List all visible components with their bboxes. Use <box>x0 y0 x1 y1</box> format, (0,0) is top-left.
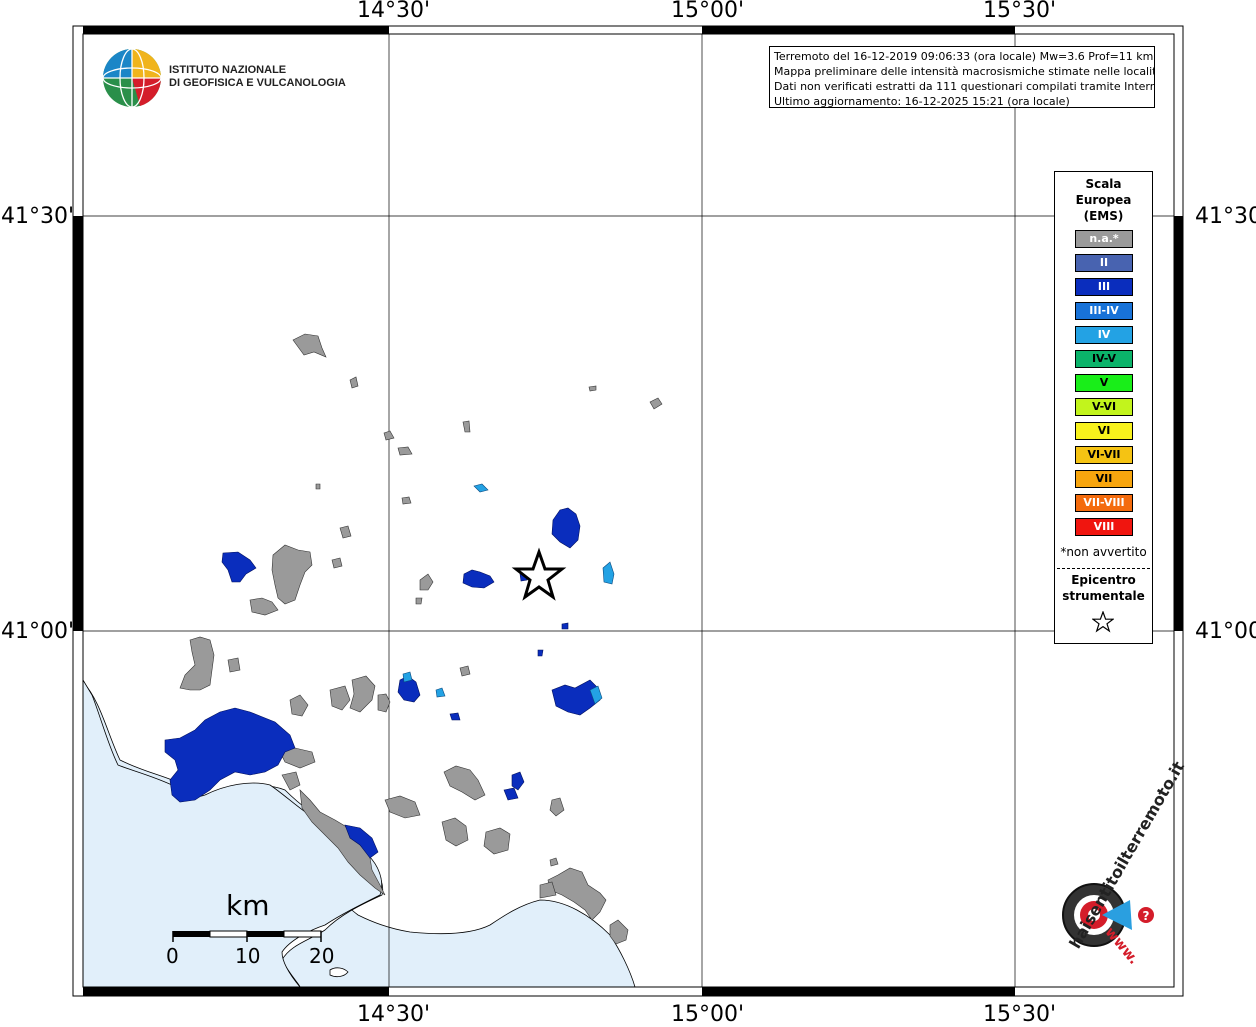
legend-swatch-item: IV <box>1075 326 1133 344</box>
earthquake-info-box: Terremoto del 16-12-2019 09:06:33 (ora l… <box>769 46 1155 108</box>
legend-title-3: (EMS) <box>1083 209 1124 223</box>
legend-title: Scala Europea (EMS) <box>1055 176 1152 224</box>
ingv-globe-icon <box>102 48 162 108</box>
right-lat-label-1: 41°30' <box>1195 204 1256 229</box>
legend-title-2: Europea <box>1075 193 1132 207</box>
legend-swatch-item: n.a.* <box>1075 230 1133 248</box>
legend-swatch-item: II <box>1075 254 1133 272</box>
right-lat-label-2: 41°00' <box>1195 619 1256 644</box>
legend-swatch-item: VI <box>1075 422 1133 440</box>
scale-label-20: 20 <box>309 944 335 968</box>
legend-swatch-item: III-IV <box>1075 302 1133 320</box>
legend-note: *non avvertito <box>1060 545 1147 559</box>
legend-swatch-item: VII-VIII <box>1075 494 1133 512</box>
legend-swatch-item: III <box>1075 278 1133 296</box>
svg-text:?: ? <box>1143 909 1150 923</box>
scale-label-0: 0 <box>166 944 179 968</box>
bottom-lon-label-1: 14°30' <box>357 1002 431 1027</box>
bottom-lon-label-2: 15°00' <box>671 1002 745 1027</box>
scale-label-10: 10 <box>235 944 261 968</box>
ems-legend: Scala Europea (EMS) n.a.* II III III-IV IV IV… <box>1054 171 1153 644</box>
legend-swatch-item: IV-V <box>1075 350 1133 368</box>
institute-name-line2: DI GEOFISICA E VULCANOLOGIA <box>169 77 346 89</box>
legend-swatch-item: VII <box>1075 470 1133 488</box>
left-lat-label-1: 41°30' <box>1 204 75 229</box>
legend-swatch-item: VI-VII <box>1075 446 1133 464</box>
info-line-1: Terremoto del 16-12-2019 09:06:33 (ora l… <box>774 50 1154 63</box>
top-lon-label-2: 15°00' <box>671 0 745 23</box>
legend-separator <box>1057 568 1150 569</box>
scale-unit-label: km <box>226 889 270 922</box>
legend-epicenter-line2: strumentale <box>1062 589 1145 603</box>
legend-swatch-item: VIII <box>1075 518 1133 536</box>
info-line-2: Mappa preliminare delle intensità macros… <box>774 65 1155 78</box>
star-icon <box>1092 611 1114 633</box>
legend-swatch-item: V <box>1075 374 1133 392</box>
top-lon-label-3: 15°30' <box>983 0 1057 23</box>
legend-swatch-item: V-VI <box>1075 398 1133 416</box>
bottom-lon-label-3: 15°30' <box>983 1002 1057 1027</box>
legend-epicenter: Epicentro strumentale <box>1055 572 1152 604</box>
info-line-4: Ultimo aggiornamento: 16-12-2025 15:21 (… <box>774 95 1070 108</box>
top-lon-label-1: 14°30' <box>357 0 431 23</box>
legend-epicenter-line1: Epicentro <box>1071 573 1136 587</box>
left-lat-label-2: 41°00' <box>1 619 75 644</box>
institute-name: ISTITUTO NAZIONALE DI GEOFISICA E VULCAN… <box>169 64 346 90</box>
institute-name-line1: ISTITUTO NAZIONALE <box>169 64 287 76</box>
info-line-3: Dati non verificati estratti da 111 ques… <box>774 80 1155 93</box>
legend-title-1: Scala <box>1085 177 1122 191</box>
